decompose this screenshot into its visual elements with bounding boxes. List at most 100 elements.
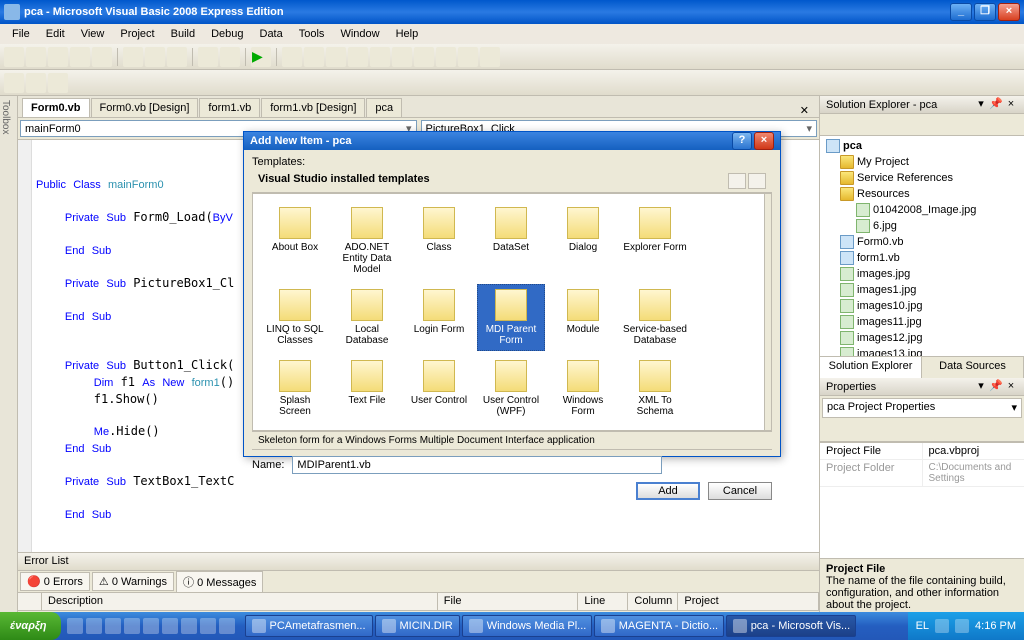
tree-node[interactable]: images.jpg [822,266,1022,282]
template-item[interactable]: Module [549,284,617,351]
menu-edit[interactable]: Edit [38,26,73,42]
taskbar-task[interactable]: MAGENTA - Dictio... [594,615,724,637]
tab-form0vb[interactable]: Form0.vb [22,98,90,117]
close-button[interactable]: × [998,3,1020,21]
col-line[interactable]: Line [578,593,628,610]
template-item[interactable]: User Control (WPF) [477,355,545,422]
template-item[interactable]: DataSet [477,202,545,280]
new-project-icon[interactable] [4,47,24,67]
template-item[interactable]: Text File [333,355,401,422]
minimize-button[interactable]: _ [950,3,972,21]
language-indicator[interactable]: EL [916,620,929,632]
tree-node[interactable]: Service References [822,170,1022,186]
taskbar-task[interactable]: PCAmetafrasmen... [245,615,373,637]
menu-project[interactable]: Project [112,26,162,42]
template-item[interactable]: Windows Form [549,355,617,422]
refresh-icon[interactable] [864,117,880,133]
clock[interactable]: 4:16 PM [975,620,1016,632]
properties-icon[interactable] [824,117,840,133]
tree-node[interactable]: images1.jpg [822,282,1022,298]
dialog-help-button[interactable]: ? [732,132,752,150]
panel-pin-icon[interactable]: 📌 [989,98,1003,112]
properties-object-combo[interactable]: pca Project Properties▾ [822,398,1022,418]
toolbar-btn[interactable] [348,47,368,67]
start-debug-icon[interactable]: ▶ [251,47,271,67]
quick-launch-icon[interactable] [162,618,178,634]
toolbox-tab[interactable]: Toolbox [0,96,18,612]
tree-node[interactable]: images12.jpg [822,330,1022,346]
properties-grid[interactable]: Project Filepca.vbproj Project FolderC:\… [820,442,1024,487]
save-all-icon[interactable] [92,47,112,67]
tree-node[interactable]: Resources [822,186,1022,202]
toolbar-btn[interactable] [4,73,24,93]
tab-pca[interactable]: pca [366,98,402,117]
col-file[interactable]: File [438,593,579,610]
warnings-filter[interactable]: ⚠ 0 Warnings [92,572,174,591]
col-icon[interactable] [18,593,42,610]
panel-close-icon[interactable]: × [1004,380,1018,394]
col-column[interactable]: Column [628,593,678,610]
menu-view[interactable]: View [73,26,113,42]
panel-close-icon[interactable]: × [1004,98,1018,112]
scrollbar[interactable] [764,194,771,430]
paste-icon[interactable] [167,47,187,67]
tree-root[interactable]: pca [822,138,1022,154]
undo-icon[interactable] [198,47,218,67]
tree-node[interactable]: 6.jpg [822,218,1022,234]
quick-launch-icon[interactable] [181,618,197,634]
tray-icon[interactable] [955,619,969,633]
template-item[interactable]: XML To Schema [621,355,689,422]
col-description[interactable]: Description [42,593,438,610]
quick-launch-icon[interactable] [143,618,159,634]
tree-node[interactable]: form1.vb [822,250,1022,266]
template-item[interactable]: Dialog [549,202,617,280]
template-item[interactable]: MDI Parent Form [477,284,545,351]
templates-list[interactable]: About BoxADO.NET Entity Data ModelClassD… [253,194,764,430]
menu-file[interactable]: File [4,26,38,42]
toolbar-btn[interactable] [370,47,390,67]
template-item[interactable]: About Box [261,202,329,280]
tree-node[interactable]: images13.jpg [822,346,1022,356]
tab-form1design[interactable]: form1.vb [Design] [261,98,365,117]
template-item[interactable]: LINQ to SQL Classes [261,284,329,351]
toolbar-btn[interactable] [326,47,346,67]
col-project[interactable]: Project [678,593,819,610]
menu-help[interactable]: Help [388,26,427,42]
toolbar-btn[interactable] [480,47,500,67]
tab-data-sources[interactable]: Data Sources [922,357,1024,378]
toolbar-btn[interactable] [414,47,434,67]
add-button[interactable]: Add [636,482,700,500]
add-item-icon[interactable] [26,47,46,67]
quick-launch-icon[interactable] [86,618,102,634]
toolbar-btn[interactable] [436,47,456,67]
taskbar-task[interactable]: pca - Microsoft Vis... [726,615,856,637]
toolbar-btn[interactable] [26,73,46,93]
alphabetical-icon[interactable] [844,423,860,439]
template-item[interactable]: User Control [405,355,473,422]
template-item[interactable]: Login Form [405,284,473,351]
tree-node[interactable]: 01042008_Image.jpg [822,202,1022,218]
maximize-button[interactable]: ❐ [974,3,996,21]
template-item[interactable]: Splash Screen [261,355,329,422]
tray-icon[interactable] [935,619,949,633]
cancel-button[interactable]: Cancel [708,482,772,500]
dialog-titlebar[interactable]: Add New Item - pca ? × [244,132,780,150]
toolbar-btn[interactable] [304,47,324,67]
categorized-icon[interactable] [824,423,840,439]
tabs-close-icon[interactable]: ✕ [794,104,815,117]
tree-node[interactable]: Form0.vb [822,234,1022,250]
panel-dropdown-icon[interactable]: ▾ [974,98,988,112]
tab-solution-explorer[interactable]: Solution Explorer [820,357,922,378]
errors-filter[interactable]: 🔴 0 Errors [20,572,90,591]
template-item[interactable]: ADO.NET Entity Data Model [333,202,401,280]
quick-launch-icon[interactable] [124,618,140,634]
tab-form1vb[interactable]: form1.vb [199,98,260,117]
toolbar-btn[interactable] [392,47,412,67]
taskbar-task[interactable]: MICIN.DIR [375,615,460,637]
start-button[interactable]: έναρξη [0,612,61,640]
save-icon[interactable] [70,47,90,67]
menu-tools[interactable]: Tools [291,26,333,42]
tab-form0design[interactable]: Form0.vb [Design] [91,98,199,117]
tree-node[interactable]: images11.jpg [822,314,1022,330]
tree-node[interactable]: My Project [822,154,1022,170]
